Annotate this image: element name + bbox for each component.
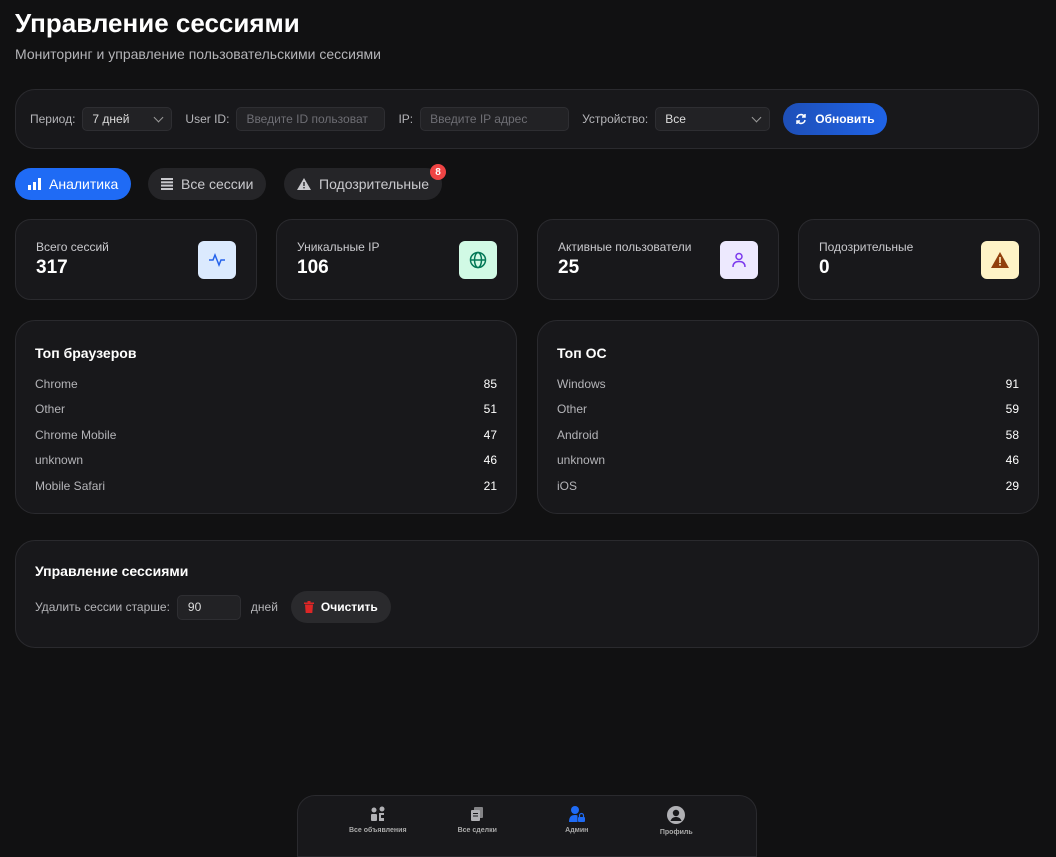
warning-icon [297, 178, 311, 190]
list-item: unknown 46 [557, 448, 1019, 474]
clear-button[interactable]: Очистить [290, 591, 391, 623]
nav-item-profile[interactable]: Профиль [631, 796, 721, 856]
session-management-card: Управление сессиями Удалить сессии старш… [15, 540, 1039, 648]
item-count: 46 [1005, 453, 1019, 468]
filter-bar: Период: 7 дней User ID: Введите ID польз… [15, 89, 1039, 149]
profile-icon [667, 806, 686, 826]
nav-item-listings[interactable]: Все объявления [333, 796, 423, 856]
page-subtitle: Мониторинг и управление пользовательским… [15, 46, 381, 62]
nav-label: Админ [565, 827, 589, 834]
ip-label: IP: [398, 112, 414, 126]
card-title: Управление сессиями [35, 563, 189, 579]
chevron-down-icon [153, 112, 164, 123]
days-unit: дней [250, 600, 278, 614]
device-label: Устройство: [582, 112, 649, 126]
stat-card: Всего сессий 317 [15, 219, 257, 300]
trash-icon [303, 601, 314, 613]
tab-analytics[interactable]: Аналитика [15, 168, 132, 200]
item-count: 59 [1005, 402, 1019, 417]
item-name: Other [35, 402, 66, 417]
days-input[interactable]: 90 [176, 594, 241, 620]
item-name: Other [557, 402, 588, 417]
list-item: iOS 29 [557, 473, 1019, 499]
activity-icon [198, 241, 236, 279]
item-count: 91 [1005, 376, 1019, 391]
tab-label: Подозрительные [319, 176, 429, 192]
item-name: unknown [557, 453, 606, 468]
page-title: Управление сессиями [15, 8, 300, 38]
stat-card: Подозрительные 0 [798, 219, 1040, 300]
listings-icon [370, 806, 386, 824]
list-item: Other 59 [557, 397, 1019, 423]
item-count: 51 [483, 402, 497, 417]
item-name: unknown [35, 453, 84, 468]
item-name: Chrome Mobile [35, 427, 117, 442]
clear-label: Очистить [320, 600, 378, 614]
warning-icon [981, 241, 1019, 279]
tab-suspicious[interactable]: Подозрительные 8 [284, 164, 446, 200]
item-name: Android [557, 427, 599, 442]
item-count: 58 [1005, 427, 1019, 442]
item-name: Windows [557, 376, 606, 391]
bottom-nav: Все объявления Все сделки Админ Профиль [297, 795, 757, 857]
suspicious-count-badge: 8 [429, 164, 446, 180]
admin-icon [568, 806, 585, 824]
device-select[interactable]: Все [655, 107, 771, 131]
card-title: Топ браузеров [35, 345, 137, 361]
user-id-label: User ID: [185, 112, 230, 126]
user-id-input[interactable]: Введите ID пользоват [236, 107, 386, 131]
deals-icon [469, 806, 485, 824]
stat-card: Активные пользователи 25 [537, 219, 779, 300]
period-value: 7 дней [92, 112, 130, 126]
top-browsers-card: Топ браузеров Chrome 85 Other 51 Chrome Mobi… [15, 320, 517, 514]
period-label: Период: [30, 112, 76, 126]
list-item: Windows 91 [557, 371, 1019, 397]
user-icon [720, 241, 758, 279]
top-os-card: Топ ОС Windows 91 Other 59 Android 58 unknown 4… [537, 320, 1039, 514]
item-count: 46 [483, 453, 497, 468]
list-item: Other 51 [35, 397, 497, 423]
tab-label: Аналитика [49, 176, 119, 192]
item-count: 47 [483, 427, 497, 442]
list-item: Mobile Safari 21 [35, 473, 497, 499]
nav-label: Все сделки [457, 827, 497, 834]
refresh-label: Обновить [815, 112, 875, 126]
nav-label: Все объявления [348, 827, 407, 834]
list-item: Chrome 85 [35, 371, 497, 397]
ip-input[interactable]: Введите IP адрес [420, 107, 570, 131]
chevron-down-icon [751, 112, 762, 123]
period-select[interactable]: 7 дней [82, 107, 173, 131]
bar-chart-icon [28, 178, 41, 190]
nav-label: Профиль [659, 829, 693, 836]
globe-icon [459, 241, 497, 279]
device-value: Все [665, 112, 686, 126]
refresh-button[interactable]: Обновить [783, 103, 887, 135]
card-title: Топ ОС [557, 345, 607, 361]
item-count: 85 [483, 376, 497, 391]
list-item: unknown 46 [35, 448, 497, 474]
nav-item-deals[interactable]: Все сделки [432, 796, 522, 856]
list-icon [161, 178, 173, 190]
item-name: Chrome [35, 376, 78, 391]
tab-label: Все сессии [181, 176, 254, 192]
item-count: 21 [483, 478, 497, 493]
nav-item-admin[interactable]: Админ [532, 796, 622, 856]
list-item: Chrome Mobile 47 [35, 422, 497, 448]
delete-label: Удалить сессии старше: [35, 600, 170, 614]
refresh-icon [796, 113, 806, 125]
item-name: Mobile Safari [35, 478, 106, 493]
item-name: iOS [557, 478, 578, 493]
item-count: 29 [1005, 478, 1019, 493]
list-item: Android 58 [557, 422, 1019, 448]
tab-all-sessions[interactable]: Все сессии [148, 168, 267, 200]
stat-card: Уникальные IP 106 [276, 219, 518, 300]
